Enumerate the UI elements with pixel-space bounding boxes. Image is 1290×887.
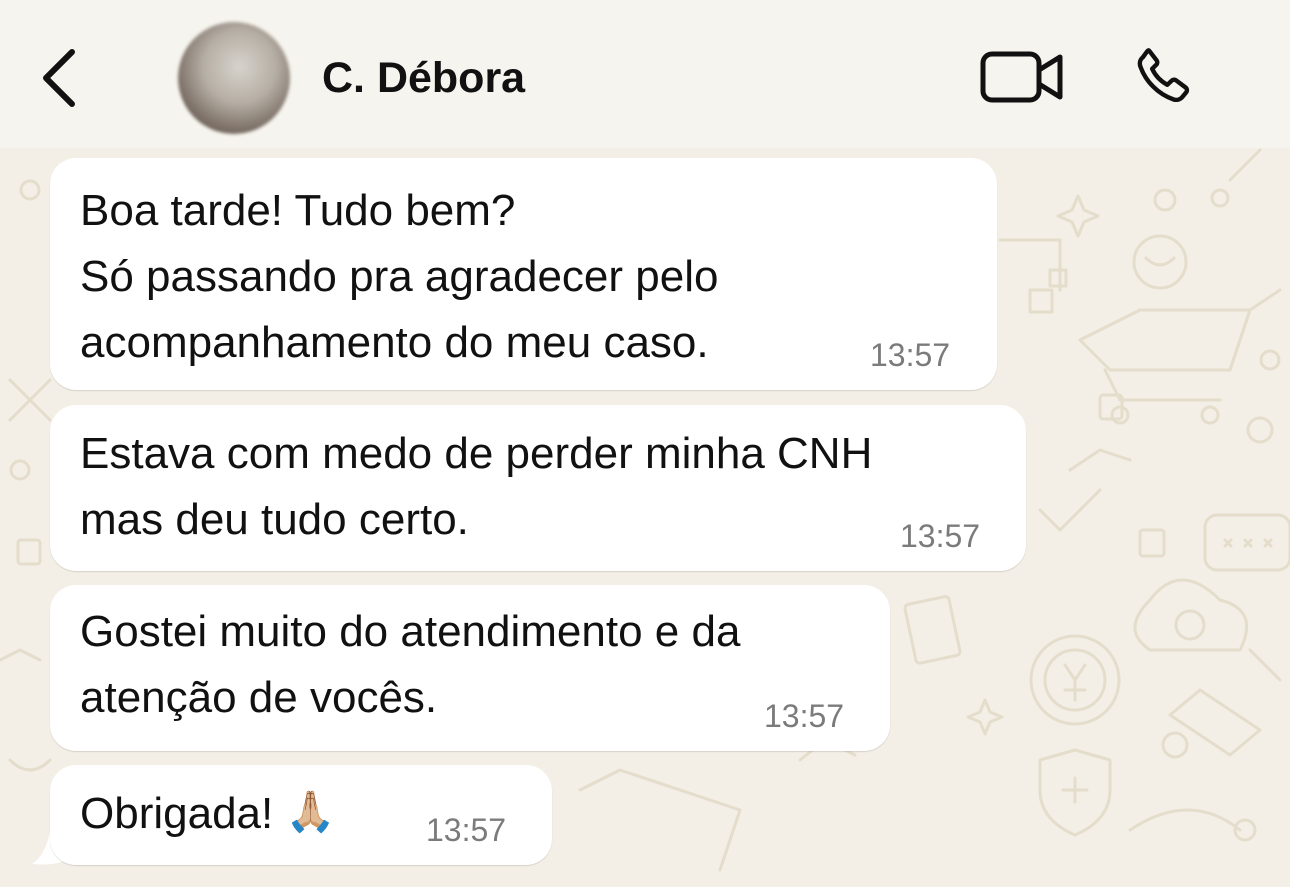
avatar[interactable] xyxy=(178,22,290,134)
message-text: Boa tarde! Tudo bem? Só passando pra agr… xyxy=(80,186,719,367)
message-bubble[interactable]: Obrigada! 🙏🏼 13:57 xyxy=(50,765,552,865)
message-bubble[interactable]: Boa tarde! Tudo bem? Só passando pra agr… xyxy=(50,158,997,390)
contact-name[interactable]: C. Débora xyxy=(322,50,525,106)
phone-call-icon xyxy=(1137,48,1190,103)
message-time: 13:57 xyxy=(764,698,845,734)
video-call-button[interactable] xyxy=(978,44,1066,110)
chevron-left-icon xyxy=(43,49,75,107)
folded-hands-emoji: 🙏🏼 xyxy=(285,789,336,835)
message-text: Estava com medo de perder minha CNH mas … xyxy=(80,429,873,544)
message-time: 13:57 xyxy=(426,812,507,848)
back-button[interactable] xyxy=(32,44,84,112)
message-time: 13:57 xyxy=(870,337,951,373)
message-text-content: Obrigada! xyxy=(80,789,274,838)
chat-header: C. Débora xyxy=(0,0,1290,148)
message-bubble[interactable]: Gostei muito do atendimento e da atenção… xyxy=(50,585,890,751)
message-text: Obrigada! 🙏🏼 xyxy=(80,781,335,848)
video-call-icon xyxy=(980,51,1063,103)
message-text: Gostei muito do atendimento e da atenção… xyxy=(80,607,741,722)
message-time: 13:57 xyxy=(900,518,981,554)
voice-call-button[interactable] xyxy=(1126,38,1202,114)
message-bubble[interactable]: Estava com medo de perder minha CNH mas … xyxy=(50,405,1026,571)
